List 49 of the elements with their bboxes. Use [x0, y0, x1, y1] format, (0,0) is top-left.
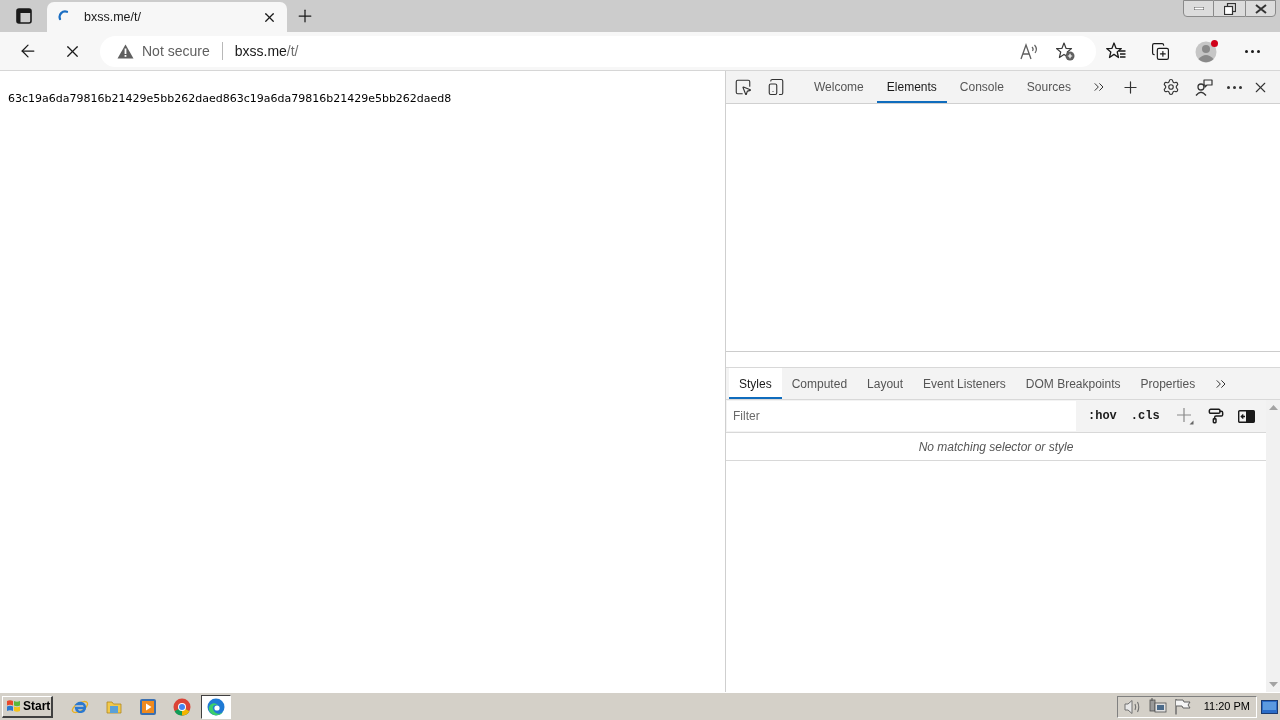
avatar-icon: [1195, 39, 1219, 63]
devtools-tab[interactable]: Sources: [1016, 71, 1081, 103]
styles-tab[interactable]: Properties: [1130, 368, 1206, 399]
start-button[interactable]: Start: [2, 695, 53, 718]
speaker-icon[interactable]: [1123, 698, 1142, 715]
devtools-tab[interactable]: Welcome: [804, 71, 874, 103]
star-list-icon: [1106, 42, 1126, 60]
browser-tab[interactable]: bxss.me/t/: [47, 2, 287, 32]
empty-styles-message: No matching selector or style: [918, 438, 1074, 456]
style-toggle-button[interactable]: .cls: [1128, 404, 1162, 428]
star-plus-icon: [1055, 41, 1075, 61]
address-bar[interactable]: Not secure bxss.me/t/: [100, 35, 1096, 67]
collections-icon: [1150, 41, 1170, 61]
warning-icon: [117, 43, 134, 59]
styles-tab[interactable]: DOM Breakpoints: [1015, 368, 1131, 399]
ring-logo-icon: [173, 697, 191, 716]
page-text: 63c19a6da79816b21429e5bb262daed863c19a6da79816b21429e5bb262daed8: [8, 92, 452, 105]
styles-tab[interactable]: Computed: [781, 368, 858, 399]
minimize-icon: [1193, 7, 1204, 10]
sidebar-toggle-icon: [1238, 409, 1256, 423]
filter-field[interactable]: Filter: [727, 401, 1076, 431]
wave-logo-icon: [207, 697, 225, 716]
style-toggle-button[interactable]: :hov: [1086, 404, 1119, 428]
devtools-tab[interactable]: Console: [949, 71, 1014, 103]
close-icon: [1254, 3, 1267, 14]
url-text[interactable]: bxss.me/t/: [234, 40, 299, 62]
styles-tab[interactable]: Styles: [729, 368, 782, 399]
play-icon: [139, 697, 157, 716]
styles-tab[interactable]: Event Listeners: [913, 368, 1016, 399]
read-aloud-icon: [1019, 42, 1039, 60]
more-icon: [1244, 49, 1260, 53]
inspect-icon: [734, 78, 752, 96]
windows-flag-icon: [6, 699, 21, 713]
close-window-button[interactable]: [1245, 0, 1276, 17]
plus-corner-icon: [1175, 407, 1194, 425]
restore-button[interactable]: [1214, 0, 1245, 17]
restore-icon: [1223, 2, 1236, 15]
tab-actions-icon: [16, 8, 32, 24]
person-chat-icon: [1195, 78, 1213, 96]
security-button[interactable]: Not secure: [117, 40, 210, 62]
styles-tab[interactable]: Layout: [857, 368, 914, 399]
network-icon[interactable]: [1148, 698, 1167, 715]
taskbar-button[interactable]: [201, 694, 231, 719]
flag-icon[interactable]: [1173, 698, 1191, 715]
more-icon: [1226, 85, 1242, 89]
device-icon: [767, 78, 785, 96]
show-desktop-icon[interactable]: [1261, 699, 1278, 714]
settings-icon: [1162, 78, 1180, 96]
paint-roller-icon: [1207, 408, 1224, 424]
